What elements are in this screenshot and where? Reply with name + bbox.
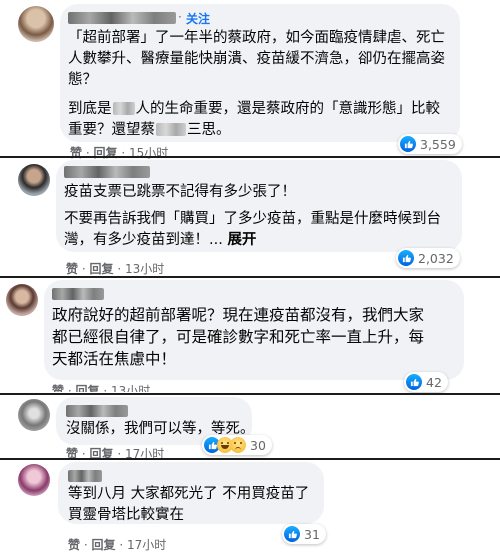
text-segment: 三思。 xyxy=(187,122,231,138)
redacted-text xyxy=(156,123,186,136)
comment-5: 等到八月 大家都死光了 不用買疫苗了 買靈骨塔比較實在 31 赞 · 回复 · … xyxy=(0,460,500,552)
follow-button[interactable]: 关注 xyxy=(186,10,210,27)
avatar[interactable] xyxy=(18,464,50,496)
separator-dot: · xyxy=(119,538,127,552)
timestamp[interactable]: 13小时 xyxy=(125,262,164,276)
redacted-text xyxy=(112,102,135,115)
reaction-count: 31 xyxy=(304,526,320,542)
comment-4: 沒關係，我們可以等，等死。 30 赞 · 回复 · 17小时 xyxy=(0,395,500,461)
reaction-count: 2,032 xyxy=(418,250,454,266)
comment-paragraph: 疫苗支票已跳票不記得有多少張了！ xyxy=(64,184,296,200)
separator-dot: · xyxy=(103,384,111,392)
sad-icon xyxy=(230,437,246,453)
avatar[interactable] xyxy=(18,6,54,42)
commenter-name[interactable] xyxy=(64,166,150,178)
comment-paragraph: 等到八月 大家都死光了 不用買疫苗了 買靈骨塔比較實在 xyxy=(68,486,310,523)
comment-actions: 赞 · 回复 · 13小时 xyxy=(52,382,150,392)
reaction-summary[interactable]: 2,032 xyxy=(396,248,460,268)
comment-actions: 赞 · 回复 · 13小时 xyxy=(66,260,164,277)
avatar[interactable] xyxy=(18,399,50,431)
comment-text: 等到八月 大家都死光了 不用買疫苗了 買靈骨塔比較實在 xyxy=(68,484,320,526)
commenter-name[interactable] xyxy=(66,405,128,417)
commenter-name[interactable] xyxy=(68,470,102,482)
comment-paragraph: 到底是 人的生命重要，還是蔡政府的「意識形態」比較重要？還望蔡 三思。 xyxy=(68,99,452,141)
like-action[interactable]: 赞 xyxy=(68,538,80,552)
separator-dot: · xyxy=(117,262,125,276)
like-action[interactable]: 赞 xyxy=(66,262,78,276)
expand-link[interactable]: 展开 xyxy=(227,232,256,248)
timestamp[interactable]: 13小时 xyxy=(111,384,150,392)
commenter-name[interactable] xyxy=(52,288,104,300)
comment-actions: 赞 · 回复 · 17小时 xyxy=(68,536,166,553)
text-segment: 到底是 xyxy=(68,101,112,117)
reaction-count: 3,559 xyxy=(420,136,456,152)
comment-2: 疫苗支票已跳票不記得有多少張了！ 不要再告訴我們「購買」了多少疫苗，重點是什麼時… xyxy=(0,158,500,276)
avatar[interactable] xyxy=(18,164,50,196)
timestamp[interactable]: 17小时 xyxy=(127,538,166,552)
commenter-name[interactable] xyxy=(68,12,176,24)
comment-3: 政府說好的超前部署呢？現在連疫苗都沒有，我們大家都已經很自律了，可是確診數字和死… xyxy=(0,278,500,396)
like-icon xyxy=(406,374,422,390)
like-icon xyxy=(400,136,416,152)
comment-text: 政府說好的超前部署呢？現在連疫苗都沒有，我們大家都已經很自律了，可是確診數字和死… xyxy=(52,304,424,370)
like-icon xyxy=(284,526,300,542)
comment-paragraph: 不要再告訴我們「購買」了多少疫苗，重點是什麼時候到台灣，有多少疫苗到達！... … xyxy=(64,209,456,251)
comment-text: 「超前部署」了一年半的蔡政府，如今面臨疫情肆虐、死亡人數攀升、醫療量能快崩潰、疫… xyxy=(68,28,452,141)
comment-text: 疫苗支票已跳票不記得有多少張了！ 不要再告訴我們「購買」了多少疫苗，重點是什麼時… xyxy=(64,182,456,251)
avatar[interactable] xyxy=(6,284,38,316)
like-action[interactable]: 赞 xyxy=(52,384,64,392)
comment-1: · 关注 「超前部署」了一年半的蔡政府，如今面臨疫情肆虐、死亡人數攀升、醫療量能… xyxy=(0,0,500,160)
reply-action[interactable]: 回复 xyxy=(89,262,113,276)
reaction-count: 30 xyxy=(250,437,266,453)
reaction-count: 42 xyxy=(426,374,442,390)
reaction-summary[interactable]: 30 xyxy=(202,435,272,455)
reaction-summary[interactable]: 31 xyxy=(282,524,326,544)
reaction-summary[interactable]: 3,559 xyxy=(398,134,462,154)
comment-paragraph: 政府說好的超前部署呢？現在連疫苗都沒有，我們大家都已經很自律了，可是確診數字和死… xyxy=(52,306,425,368)
reply-action[interactable]: 回复 xyxy=(75,384,99,392)
comment-paragraph: 「超前部署」了一年半的蔡政府，如今面臨疫情肆虐、死亡人數攀升、醫療量能快崩潰、疫… xyxy=(68,30,445,88)
separator-dot: · xyxy=(178,10,182,24)
reply-action[interactable]: 回复 xyxy=(91,538,115,552)
like-icon xyxy=(398,250,414,266)
reaction-summary[interactable]: 42 xyxy=(404,372,448,392)
